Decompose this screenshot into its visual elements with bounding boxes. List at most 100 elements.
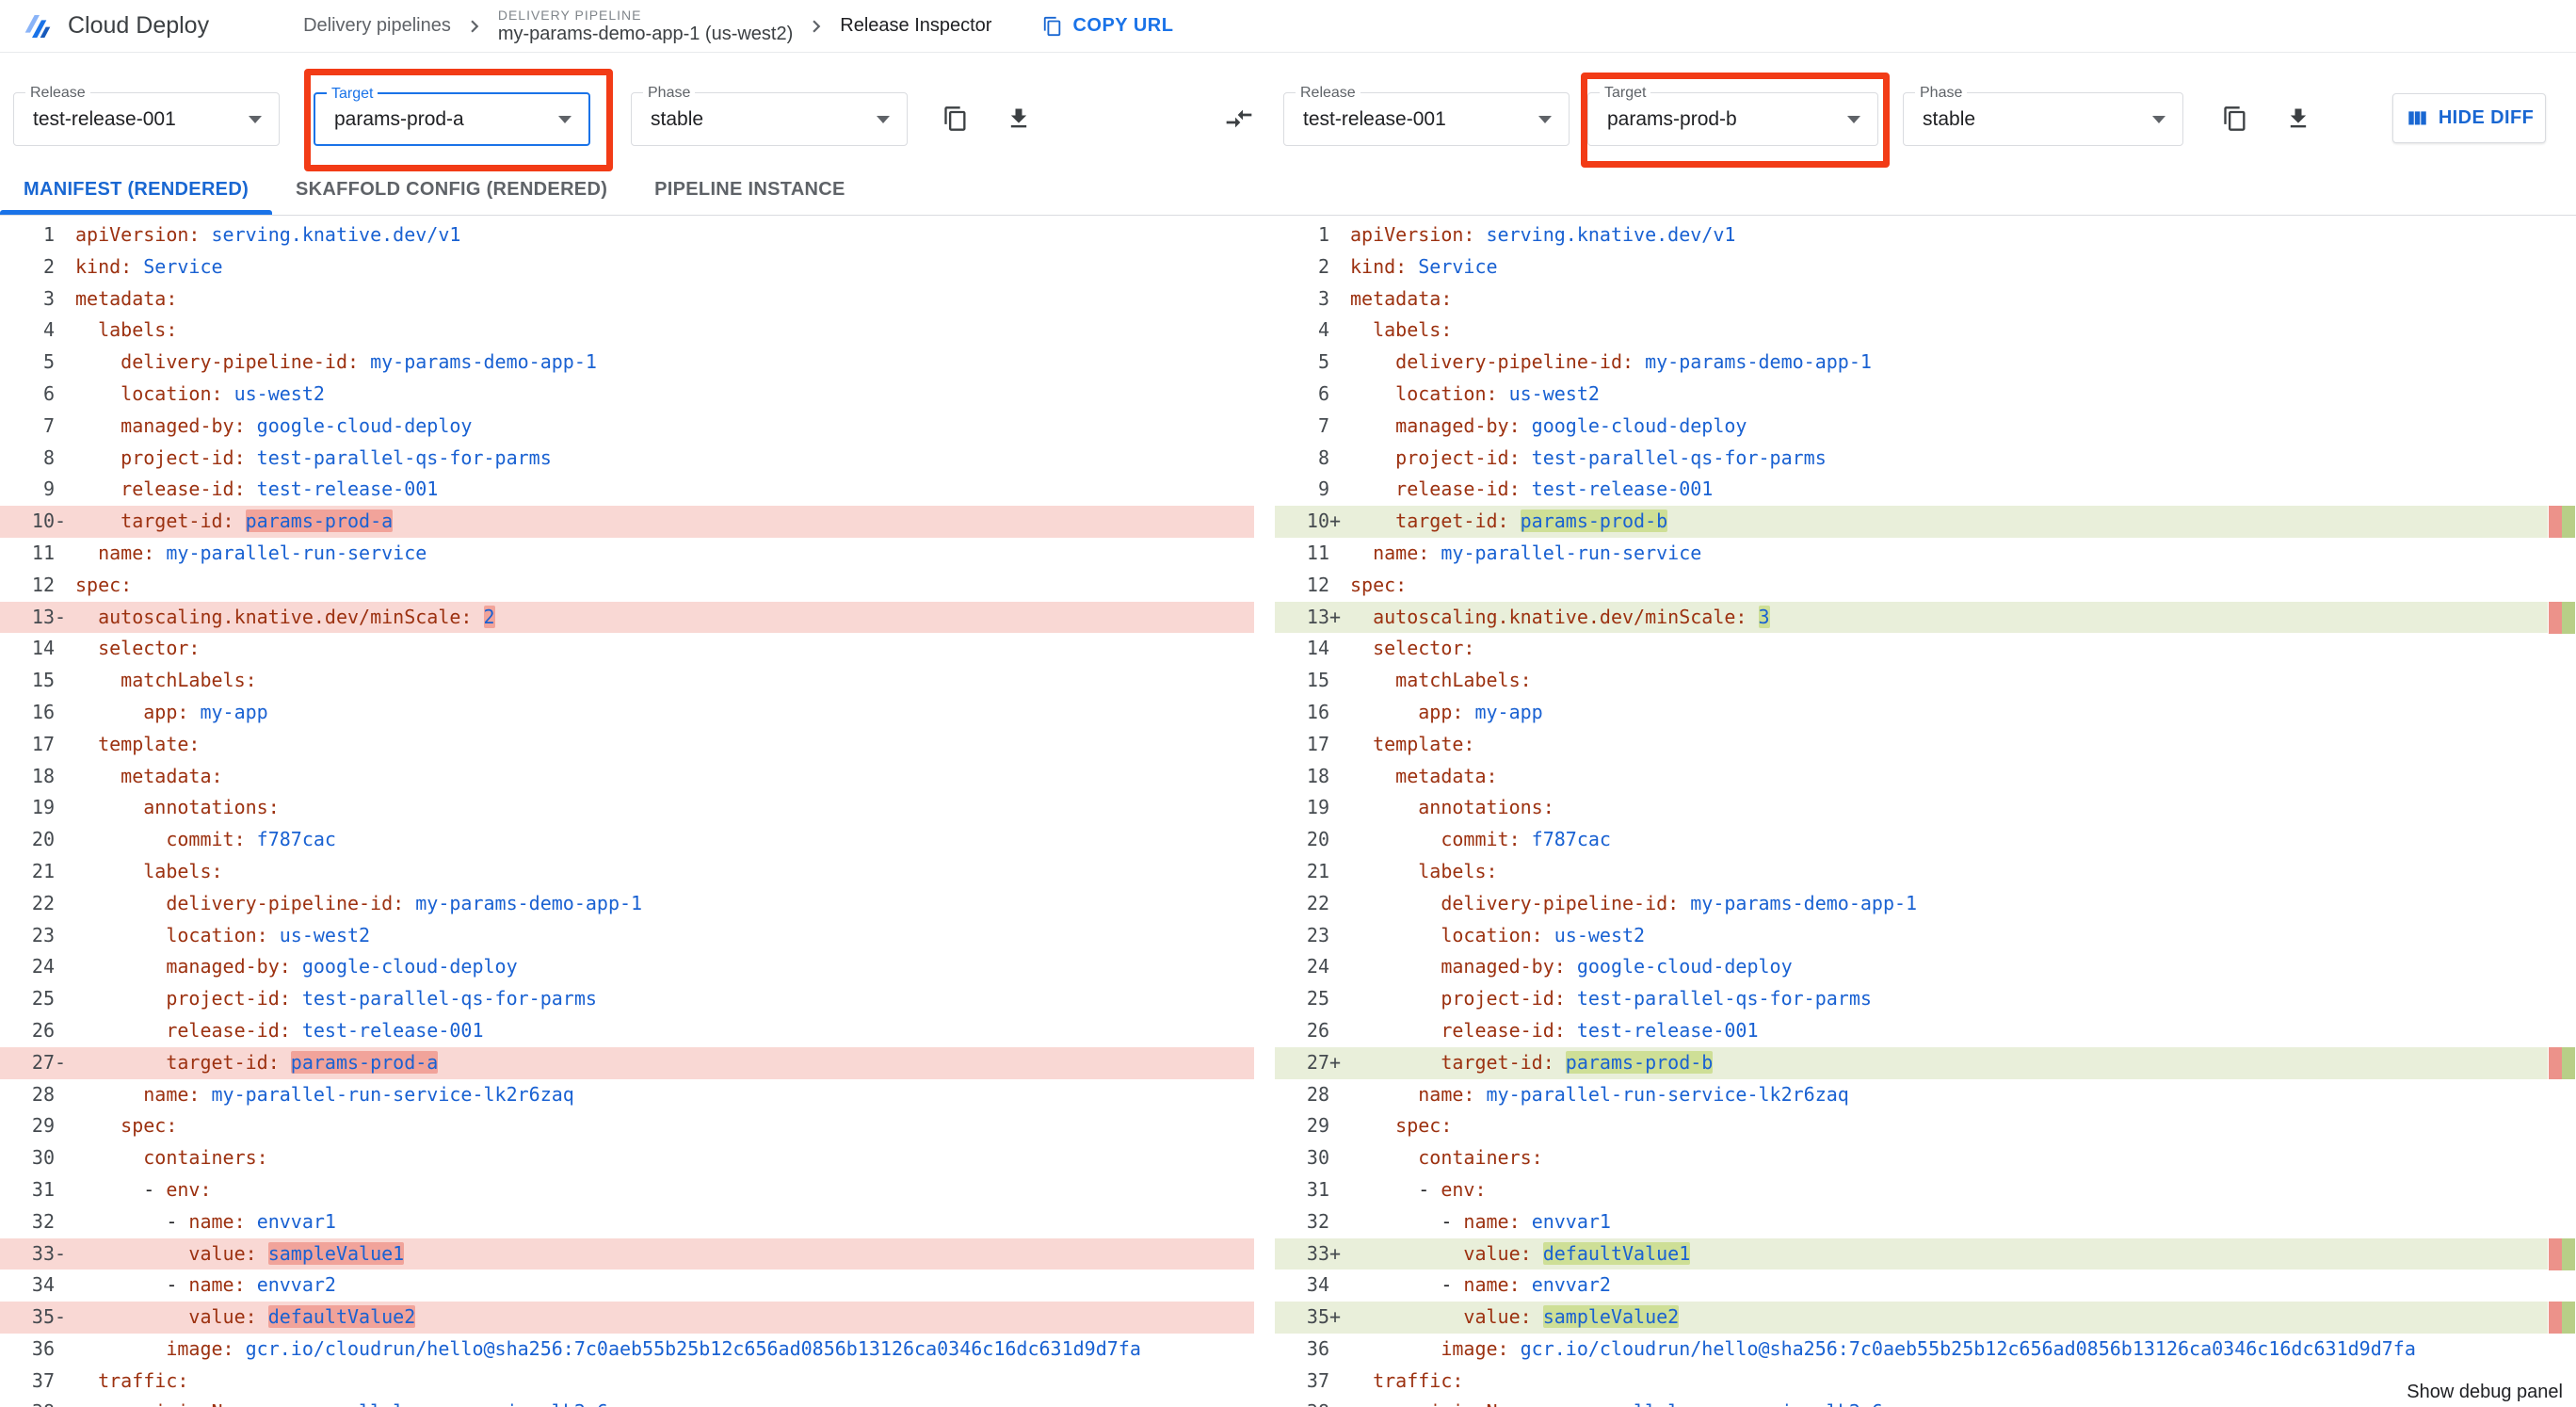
download-manifest-right-button[interactable]	[2281, 102, 2315, 136]
diff-sign	[55, 761, 75, 793]
code-line: 9 release-id: test-release-001	[0, 474, 1254, 506]
diff-marker-added[interactable]	[2562, 1237, 2575, 1270]
line-number: 2	[1317, 254, 1329, 278]
diff-marker-added[interactable]	[2562, 506, 2575, 539]
diff-sign	[55, 1142, 75, 1174]
code-line: 30 containers:	[0, 1142, 1254, 1174]
diff-sign	[1329, 633, 1350, 665]
tab-skaffold-config-rendered[interactable]: SKAFFOLD CONFIG (RENDERED)	[272, 165, 631, 215]
line-number: 6	[1317, 381, 1329, 405]
release-label: Release	[25, 84, 90, 102]
diff-sign	[55, 888, 75, 920]
tab-pipeline-instance[interactable]: PIPELINE INSTANCE	[631, 165, 869, 215]
code-line: 1 apiVersion: serving.knative.dev/v1	[0, 219, 1254, 251]
dropdown-caret-icon	[1538, 115, 1552, 123]
code-line: 2 kind: Service	[0, 251, 1254, 283]
code-line: 23 location: us-west2	[1275, 920, 2576, 952]
line-number: 22	[31, 891, 55, 914]
copy-manifest-right-button[interactable]	[2218, 102, 2252, 136]
line-number: 25	[1306, 987, 1329, 1011]
diff-marker-removed[interactable]	[2549, 601, 2562, 634]
manifest-panel-right[interactable]: 1 apiVersion: serving.knative.dev/v1 2 kind…	[1275, 216, 2576, 1407]
diff-marker-removed[interactable]	[2549, 1237, 2562, 1270]
line-number: 3	[1317, 286, 1329, 310]
diff-sign	[1329, 665, 1350, 697]
line-number: 8	[1317, 445, 1329, 469]
target-select-left[interactable]: Target params-prod-a	[314, 85, 590, 146]
phase-value: stable	[651, 107, 704, 130]
chevron-right-icon	[462, 14, 487, 39]
diff-sign	[55, 1174, 75, 1206]
line-number: 16	[1306, 700, 1329, 723]
tab-manifest-rendered[interactable]: MANIFEST (RENDERED)	[0, 165, 273, 215]
manifest-diff-view: 1 apiVersion: serving.knative.dev/v1 2 kind…	[0, 216, 2576, 1407]
target-select-right[interactable]: Target params-prod-b	[1587, 84, 1878, 146]
manifest-panel-left[interactable]: 1 apiVersion: serving.knative.dev/v1 2 kind…	[0, 216, 1254, 1407]
diff-sign	[1329, 379, 1350, 411]
diff-sign	[1329, 951, 1350, 983]
diff-sign	[1329, 983, 1350, 1015]
code-line: 11 name: my-parallel-run-service	[1275, 538, 2576, 570]
code-line: 37 traffic:	[1275, 1366, 2576, 1398]
line-number: 29	[31, 1114, 55, 1138]
line-number: 1	[42, 223, 55, 246]
line-number: 11	[31, 541, 55, 564]
view-columns-icon	[2408, 110, 2426, 124]
copy-icon	[944, 106, 966, 131]
diff-marker-added[interactable]	[2562, 1046, 2575, 1079]
code-line: 10- target-id: params-prod-a	[0, 506, 1254, 538]
code-line: 22 delivery-pipeline-id: my-params-demo-…	[1275, 888, 2576, 920]
line-number: 36	[31, 1336, 55, 1360]
diff-marker-removed[interactable]	[2549, 1046, 2562, 1079]
code-line: 14 selector:	[0, 633, 1254, 665]
cloud-deploy-logo	[23, 11, 53, 41]
phase-select-left[interactable]: Phase stable	[631, 84, 908, 146]
line-number: 26	[31, 1018, 55, 1042]
breadcrumb-delivery-pipelines[interactable]: Delivery pipelines	[303, 15, 451, 37]
diff-sign	[55, 570, 75, 602]
code-line: 12 spec:	[0, 570, 1254, 602]
diff-sign	[55, 443, 75, 475]
diff-marker-added[interactable]	[2562, 601, 2575, 634]
pipeline-eyebrow: DELIVERY PIPELINE	[497, 7, 642, 23]
release-select-right[interactable]: Release test-release-001	[1283, 84, 1570, 146]
hide-diff-button[interactable]: HIDE DIFF	[2392, 93, 2546, 143]
diff-sign	[55, 665, 75, 697]
diff-marker-removed[interactable]	[2549, 506, 2562, 539]
breadcrumb-pipeline[interactable]: DELIVERY PIPELINE my-params-demo-app-1 (…	[498, 8, 793, 45]
code-line: 10 + target-id: params-prod-b	[1275, 506, 2576, 538]
diff-minimap[interactable]	[2548, 216, 2576, 1407]
line-number: 2	[42, 254, 55, 278]
download-manifest-left-button[interactable]	[1002, 102, 1036, 136]
copy-manifest-left-button[interactable]	[939, 102, 973, 136]
diff-sign: +	[1329, 509, 1342, 533]
line-number: 36	[1306, 1336, 1329, 1360]
code-line: 35- value: defaultValue2	[0, 1302, 1254, 1334]
diff-sign	[1329, 443, 1350, 475]
diff-sign	[55, 697, 75, 729]
diff-sign	[55, 283, 75, 315]
diff-sign: +	[1329, 1305, 1342, 1329]
code-line: 28 name: my-parallel-run-service-lk2r6za…	[0, 1079, 1254, 1111]
app-header: Cloud Deploy Delivery pipelines DELIVERY…	[0, 0, 2576, 53]
code-line: 35 + value: sampleValue2	[1275, 1302, 2576, 1334]
diff-marker-removed[interactable]	[2549, 1302, 2562, 1334]
line-number: 37	[31, 1368, 55, 1392]
diff-sign	[1329, 570, 1350, 602]
dropdown-caret-icon	[877, 115, 890, 123]
phase-select-right[interactable]: Phase stable	[1903, 84, 2183, 146]
code-line: 8 project-id: test-parallel-qs-for-parms	[1275, 443, 2576, 475]
code-line: 27 + target-id: params-prod-b	[1275, 1046, 2576, 1079]
line-number: 6	[42, 381, 55, 405]
line-number: 35	[31, 1305, 55, 1329]
diff-marker-added[interactable]	[2562, 1302, 2575, 1334]
swap-targets-button[interactable]	[1222, 102, 1256, 136]
diff-sign	[1329, 1110, 1350, 1142]
code-line: 16 app: my-app	[1275, 697, 2576, 729]
diff-sign: +	[1329, 605, 1342, 628]
code-line: 2 kind: Service	[1275, 251, 2576, 283]
line-number: 27	[31, 1050, 55, 1074]
copy-url-button[interactable]: COPY URL	[1042, 15, 1173, 37]
release-select-left[interactable]: Release test-release-001	[13, 84, 280, 146]
show-debug-panel[interactable]: Show debug panel	[2399, 1380, 2570, 1405]
